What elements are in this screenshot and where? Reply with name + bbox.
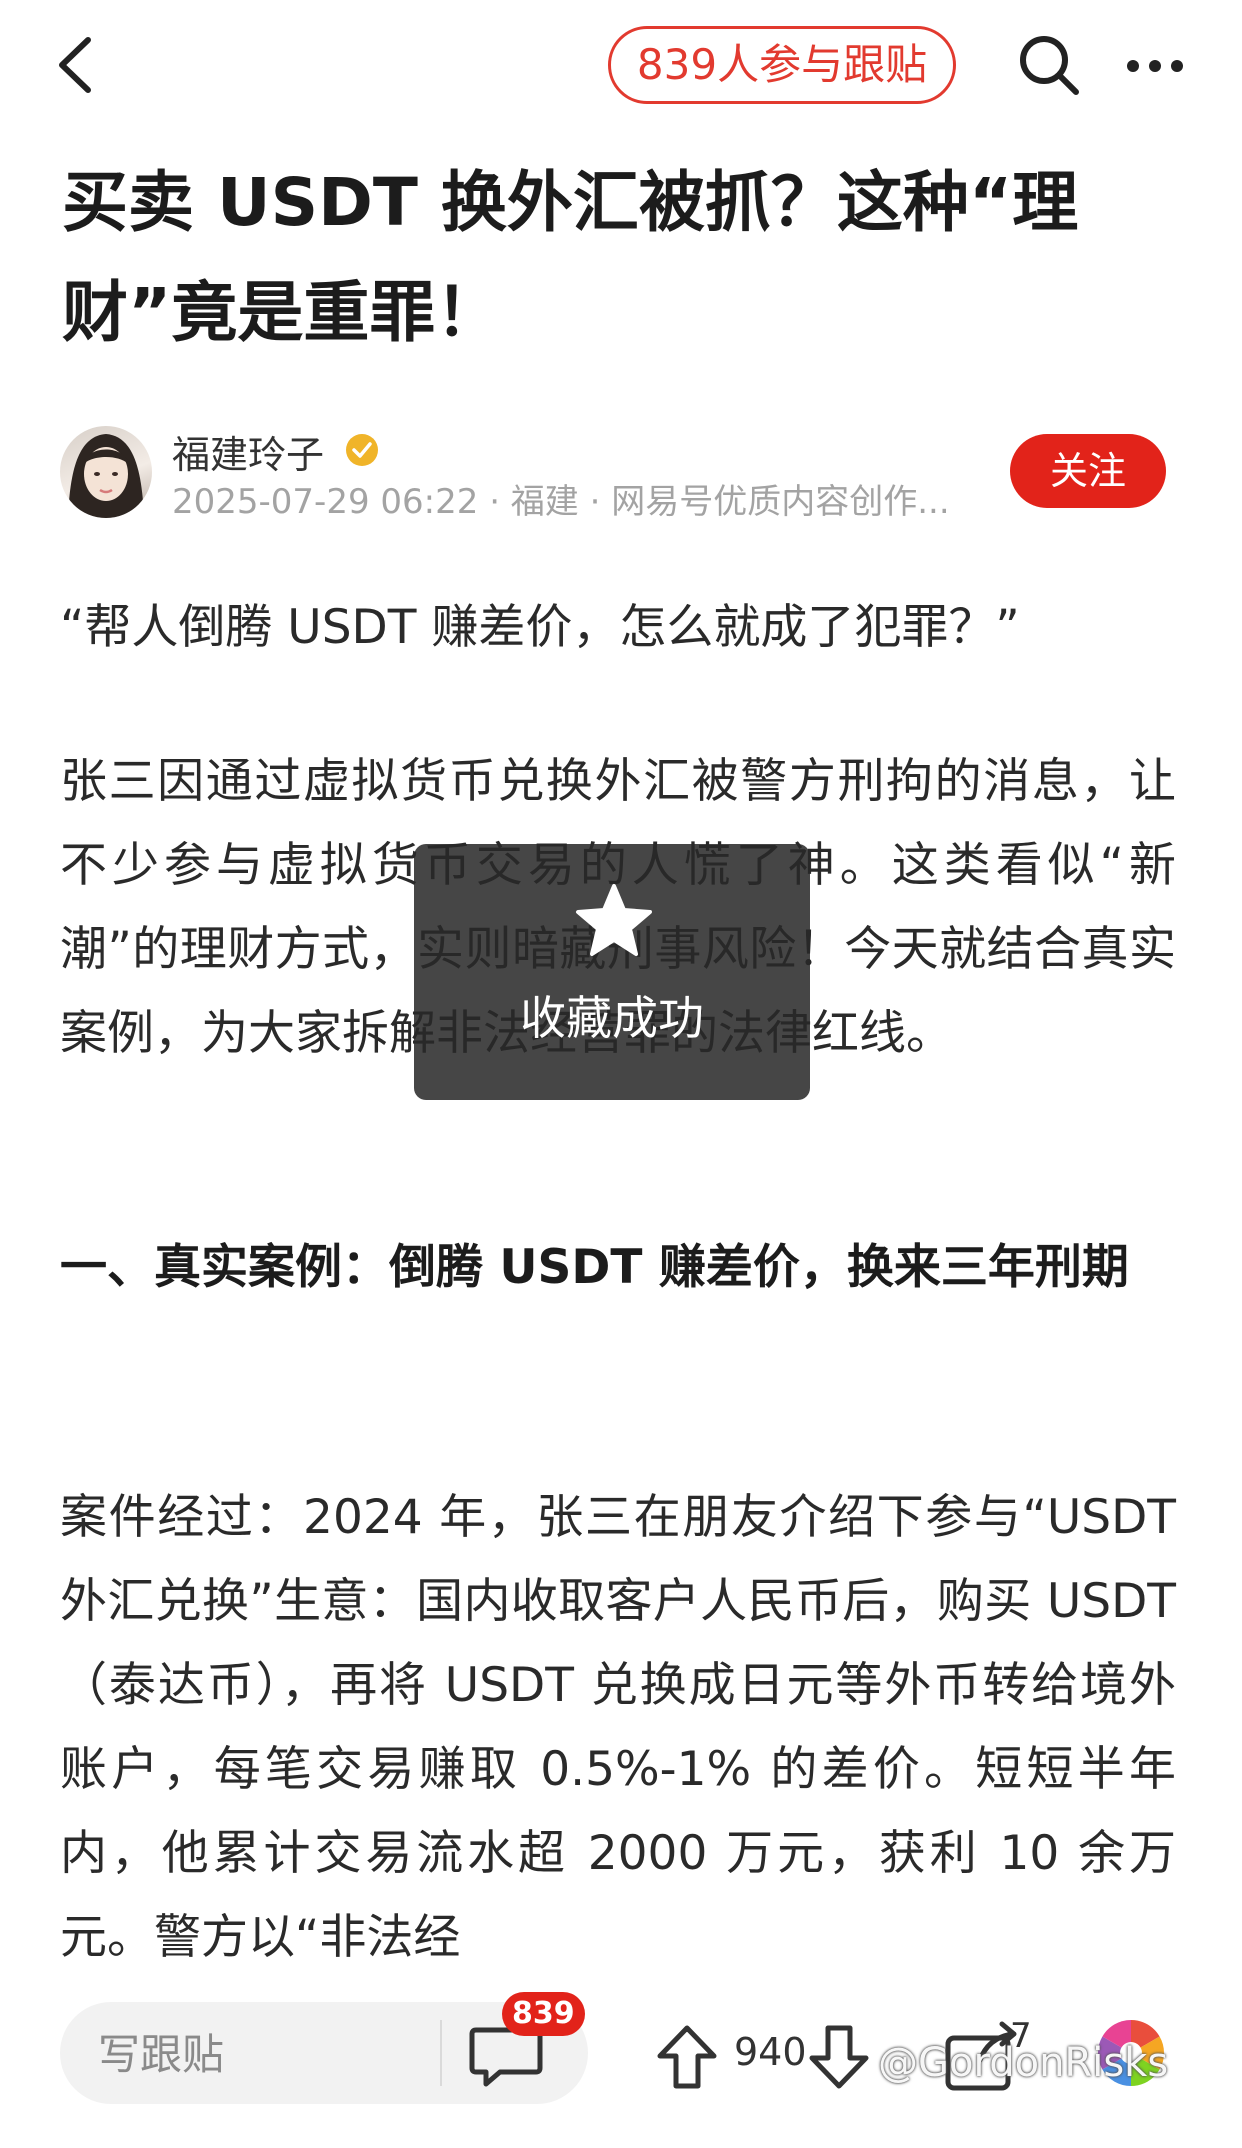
- verified-badge-icon: [344, 432, 380, 468]
- toast: 收藏成功: [414, 844, 810, 1100]
- section-heading: 一、真实案例：倒腾 USDT 赚差价，换来三年刑期: [60, 1240, 1129, 1295]
- avatar[interactable]: [60, 426, 152, 518]
- downvote-icon[interactable]: [806, 2022, 872, 2092]
- comment-count-badge: 839: [502, 1992, 585, 2036]
- upvote-icon[interactable]: [654, 2022, 720, 2092]
- followers-pill[interactable]: 839人参与跟贴: [608, 26, 956, 104]
- article-paragraph: 案件经过：2024 年，张三在朋友介绍下参与“USDT 外汇兑换”生意：国内收取…: [60, 1490, 1176, 1965]
- article-title: 买卖 USDT 换外汇被抓？这种“理财”竟是重罪！: [62, 164, 1079, 351]
- watermark: @GordonRisks: [878, 2040, 1169, 2086]
- author-name[interactable]: 福建玲子: [172, 424, 324, 479]
- star-icon: [574, 882, 654, 958]
- bottom-bar: 839 940 7 @GordonRisks: [0, 1986, 1242, 2148]
- follow-button[interactable]: 关注: [1010, 434, 1166, 508]
- toast-message: 收藏成功: [520, 991, 704, 1045]
- back-icon[interactable]: [48, 30, 108, 100]
- upvote-count: 940: [734, 2030, 807, 2074]
- reply-input[interactable]: [96, 2028, 420, 2080]
- post-meta: 2025-07-29 06:22 · 福建 · 网易号优质内容创作...: [172, 482, 950, 522]
- top-bar: 839人参与跟贴: [0, 0, 1242, 130]
- more-icon[interactable]: [1124, 36, 1186, 96]
- divider: [440, 2020, 442, 2086]
- article-paragraph: “帮人倒腾 USDT 赚差价，怎么就成了犯罪？”: [60, 600, 1020, 655]
- search-icon[interactable]: [1014, 30, 1084, 100]
